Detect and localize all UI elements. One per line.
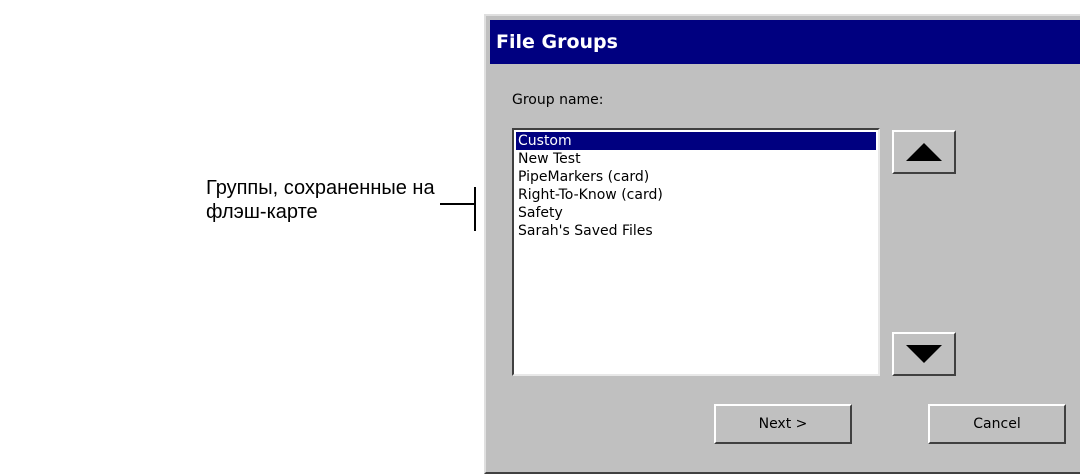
annotation-line-1: Группы, сохраненные на bbox=[206, 177, 435, 199]
file-groups-dialog: File Groups Group name: Custom New Test … bbox=[484, 14, 1080, 474]
up-triangle-icon bbox=[906, 143, 942, 161]
list-item-pipemarkers[interactable]: PipeMarkers (card) bbox=[516, 168, 876, 186]
cancel-button[interactable]: Cancel bbox=[928, 404, 1066, 444]
annotation-text: Группы, сохраненные на флэш-карте bbox=[206, 176, 446, 224]
list-item-custom[interactable]: Custom bbox=[516, 132, 876, 150]
next-button[interactable]: Next > bbox=[714, 404, 852, 444]
callout-bracket bbox=[474, 187, 476, 231]
scroll-down-button[interactable] bbox=[892, 332, 956, 376]
annotation-line-2: флэш-карте bbox=[206, 201, 318, 223]
dialog-title: File Groups bbox=[490, 20, 1080, 64]
scroll-up-button[interactable] bbox=[892, 130, 956, 174]
list-item-safety[interactable]: Safety bbox=[516, 204, 876, 222]
list-item-right-to-know[interactable]: Right-To-Know (card) bbox=[516, 186, 876, 204]
callout-line bbox=[440, 203, 476, 205]
list-item-new-test[interactable]: New Test bbox=[516, 150, 876, 168]
group-name-listbox[interactable]: Custom New Test PipeMarkers (card) Right… bbox=[512, 128, 880, 376]
list-item-sarahs-saved-files[interactable]: Sarah's Saved Files bbox=[516, 222, 876, 240]
group-name-label: Group name: bbox=[512, 92, 604, 108]
down-triangle-icon bbox=[906, 345, 942, 363]
